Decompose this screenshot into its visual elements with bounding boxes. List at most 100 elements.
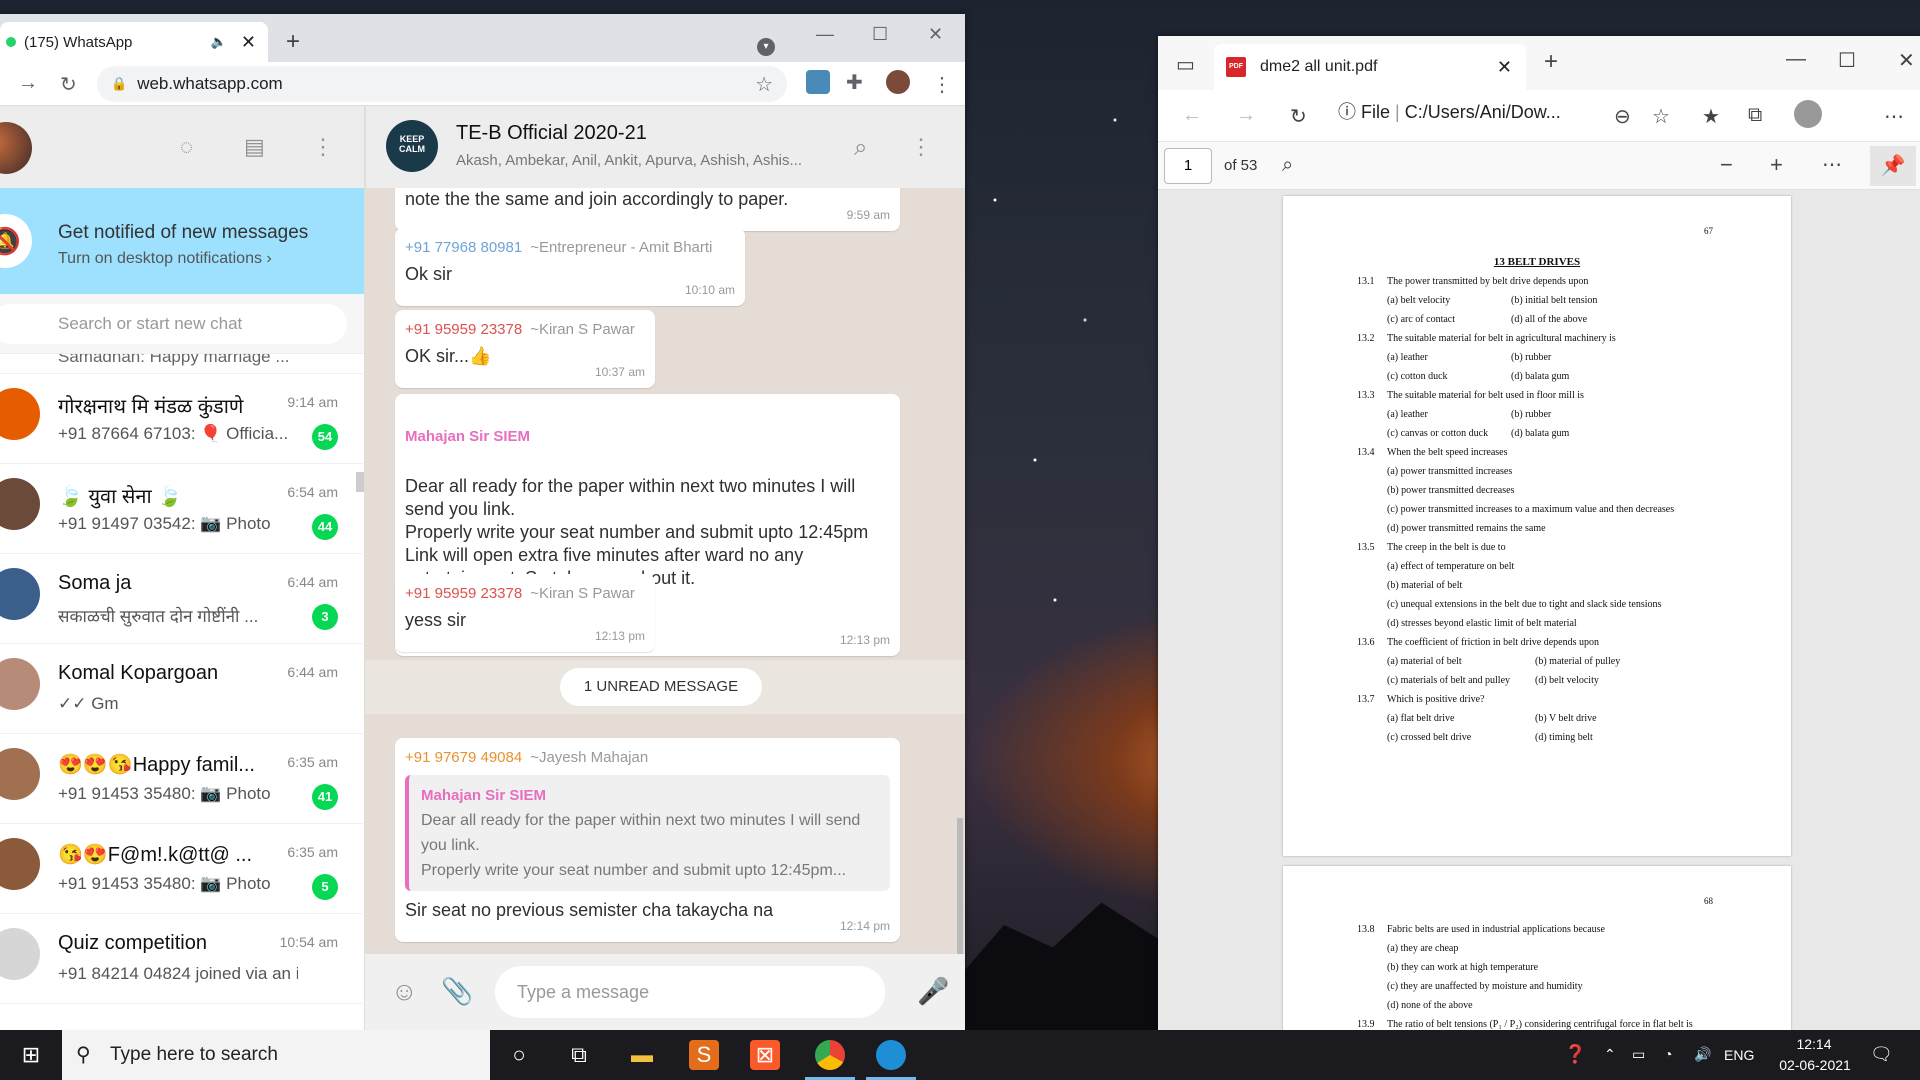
clock-date[interactable]: 02-06-2021 xyxy=(1770,1057,1860,1073)
edge-tab-close-icon[interactable]: ✕ xyxy=(1497,57,1512,78)
tray-expand-icon[interactable]: ⌃ xyxy=(1604,1046,1616,1063)
forward-icon[interactable]: → xyxy=(18,72,38,95)
message-sender[interactable]: +91 77968 80981 ~Entrepreneur - Amit Bhar… xyxy=(405,236,735,259)
edge-new-tab-icon[interactable]: + xyxy=(1544,48,1558,76)
chrome-menu-icon[interactable]: ⋮ xyxy=(932,72,952,97)
tab-search-icon[interactable]: ▾ xyxy=(757,38,775,56)
pdf-zoom-in-icon[interactable]: + xyxy=(1770,152,1783,178)
taskbar-search[interactable]: ⚲ Type here to search xyxy=(62,1030,490,1080)
message-area: note the the same and join accordingly t… xyxy=(365,188,965,954)
address-bar[interactable]: 🔒 web.whatsapp.com ☆ xyxy=(97,66,787,102)
pdf-search-icon[interactable]: ⌕ xyxy=(1282,154,1293,177)
message-sender[interactable]: +91 95959 23378 ~Kiran S Pawar xyxy=(405,582,645,605)
chrome-taskbar-icon[interactable] xyxy=(815,1040,845,1070)
message-sender[interactable]: +91 95959 23378 ~Kiran S Pawar xyxy=(405,318,645,341)
edge-profile-avatar[interactable] xyxy=(1794,100,1822,128)
edge-maximize-icon[interactable]: ☐ xyxy=(1838,48,1856,73)
chat-row[interactable]: 🍃 युवा सेना 🍃 6:54 am +91 91497 03542: 📷… xyxy=(0,464,365,554)
help-icon[interactable]: ❓ xyxy=(1564,1044,1586,1065)
task-view-icon[interactable]: ⧉ xyxy=(564,1040,594,1070)
speaker-icon[interactable]: 🔈 xyxy=(211,34,227,50)
tab-pdf[interactable]: PDF dme2 all unit.pdf ✕ xyxy=(1214,44,1526,90)
message-input[interactable]: Type a message xyxy=(495,966,885,1018)
xampp-icon[interactable]: ⊠ xyxy=(750,1040,780,1070)
language-indicator[interactable]: ENG xyxy=(1724,1047,1754,1063)
chat-row[interactable]: Quiz competition 10:54 am +91 84214 0482… xyxy=(0,914,365,1004)
chat-row[interactable]: Soma ja 6:44 am सकाळची सुरुवात दोन गोष्ट… xyxy=(0,554,365,644)
list-item-partial[interactable]: Samadhan: Happy marriage ... xyxy=(0,354,365,374)
attach-icon[interactable]: 📎 xyxy=(441,976,473,1007)
page-number: 68 xyxy=(1704,896,1713,906)
my-avatar[interactable] xyxy=(0,122,32,174)
favorite-add-icon[interactable]: ☆ xyxy=(1652,104,1670,129)
status-icon[interactable]: ◌ xyxy=(180,134,193,160)
new-chat-icon[interactable]: ▤ xyxy=(244,134,265,160)
chat-name: Komal Kopargoan xyxy=(58,662,219,684)
conversation-header[interactable]: KEEP CALM TE-B Official 2020-21 Akash, A… xyxy=(365,106,965,188)
pdf-zoom-out-icon[interactable]: − xyxy=(1720,152,1733,178)
tab-whatsapp[interactable]: (175) WhatsApp 🔈 ✕ xyxy=(0,22,268,62)
wifi-icon[interactable]: ◔ xyxy=(1664,1046,1672,1062)
question: 13.4 When the belt speed increases xyxy=(1357,447,1508,458)
notification-center-icon[interactable]: 🗨 xyxy=(1870,1044,1893,1065)
collections-icon[interactable]: ⧉ xyxy=(1748,104,1762,127)
volume-icon[interactable]: 🔊 xyxy=(1694,1046,1711,1063)
message-sender[interactable]: +91 97679 49084 ~Jayesh Mahajan xyxy=(405,746,890,769)
bookmark-star-icon[interactable]: ☆ xyxy=(755,72,773,97)
profile-avatar[interactable] xyxy=(886,70,910,94)
edge-reload-icon[interactable]: ↻ xyxy=(1290,104,1307,129)
menu-icon[interactable]: ⋮ xyxy=(312,134,334,160)
cortana-icon[interactable]: ○ xyxy=(504,1040,534,1070)
reload-icon[interactable]: ↻ xyxy=(60,72,77,97)
microphone-icon[interactable]: 🎤 xyxy=(917,976,949,1007)
edge-taskbar-icon[interactable] xyxy=(876,1040,906,1070)
new-tab-button[interactable]: + xyxy=(286,28,300,56)
message-sender[interactable]: Mahajan Sir SIEM xyxy=(405,425,890,448)
option: (b) power transmitted decreases xyxy=(1387,485,1515,496)
search-messages-icon[interactable]: ⌕ xyxy=(854,134,867,162)
edge-close-icon[interactable]: ✕ xyxy=(1898,48,1915,73)
chat-row[interactable]: गोरक्षनाथ मि मंडळ कुंडाणे 9:14 am +91 87… xyxy=(0,374,365,464)
pdf-more-icon[interactable]: ⋯ xyxy=(1822,152,1842,177)
chat-row[interactable]: 😍😍😘Happy famil... 6:35 am +91 91453 3548… xyxy=(0,734,365,824)
chat-row[interactable]: 😘😍F@m!.k@tt@ ... 6:35 am +91 91453 35480… xyxy=(0,824,365,914)
notification-banner[interactable]: 🔕 Get notified of new messages Turn on d… xyxy=(0,188,364,294)
edge-address-bar[interactable]: ⓘ File | C:/Users/Ani/Dow... xyxy=(1338,98,1561,124)
info-icon: ⓘ xyxy=(1338,102,1356,122)
conversation-menu-icon[interactable]: ⋮ xyxy=(910,134,932,160)
clock-time[interactable]: 12:14 xyxy=(1784,1036,1844,1052)
zoom-out-icon[interactable]: ⊖ xyxy=(1614,104,1631,129)
close-window-icon[interactable]: ✕ xyxy=(928,24,943,45)
edge-menu-icon[interactable]: ⋯ xyxy=(1884,104,1904,129)
option: (b) material of belt xyxy=(1387,580,1463,591)
file-explorer-icon[interactable]: ▬ xyxy=(627,1040,657,1070)
messages-scrollbar[interactable] xyxy=(957,818,963,954)
chat-list-scrollbar[interactable] xyxy=(356,472,364,492)
tab-close-icon[interactable]: ✕ xyxy=(241,32,256,53)
extension-icon[interactable] xyxy=(806,70,830,94)
windows-start-icon[interactable]: ⊞ xyxy=(16,1040,46,1070)
group-avatar[interactable]: KEEP CALM xyxy=(386,120,438,172)
sublime-icon[interactable]: S xyxy=(689,1040,719,1070)
chat-time: 6:44 am xyxy=(287,574,338,590)
message-time: 12:13 pm xyxy=(839,633,890,647)
pin-icon[interactable]: 📌 xyxy=(1870,146,1916,186)
chat-row[interactable]: Komal Kopargoan 6:44 am ✓✓ Gm xyxy=(0,644,365,734)
tab-title: (175) WhatsApp xyxy=(24,33,133,51)
option: (d) all of the above xyxy=(1511,314,1588,325)
tab-actions-icon[interactable]: ▭ xyxy=(1176,52,1195,77)
notif-link[interactable]: Turn on desktop notifications › xyxy=(58,250,272,268)
url-text: web.whatsapp.com xyxy=(137,74,283,93)
back-icon[interactable]: ← xyxy=(1182,104,1202,127)
maximize-icon[interactable]: ☐ xyxy=(872,24,888,45)
extensions-puzzle-icon[interactable]: ✚ xyxy=(846,70,863,95)
battery-icon[interactable]: ▭ xyxy=(1632,1046,1645,1063)
search-input[interactable]: Search or start new chat xyxy=(0,304,347,344)
edge-minimize-icon[interactable]: — xyxy=(1786,48,1806,71)
page-number-input[interactable]: 1 xyxy=(1164,148,1212,184)
favorites-icon[interactable]: ★ xyxy=(1702,104,1720,129)
quoted-message[interactable]: Mahajan Sir SIEM Dear all ready for the … xyxy=(405,775,890,891)
edge-forward-icon[interactable]: → xyxy=(1236,104,1256,127)
emoji-icon[interactable]: ☺ xyxy=(391,976,418,1007)
minimize-icon[interactable]: — xyxy=(816,24,834,45)
